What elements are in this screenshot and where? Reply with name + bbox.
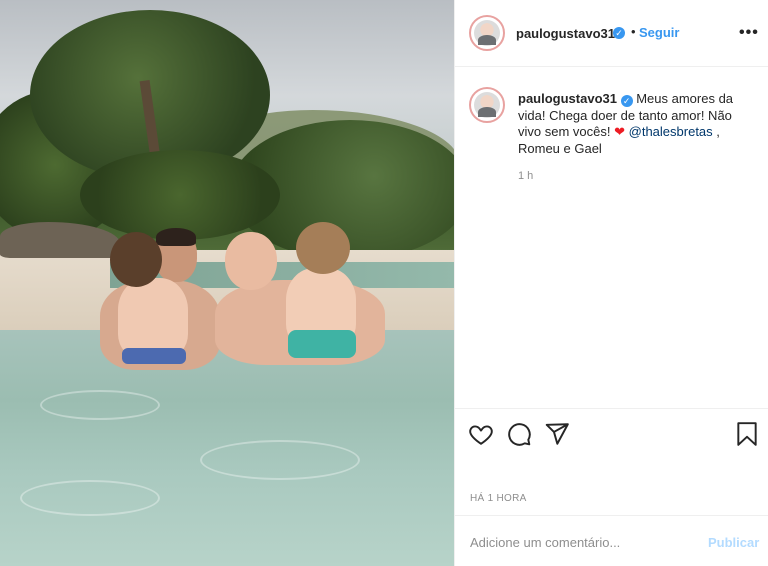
avatar-shoulders [478, 107, 496, 117]
avatar[interactable] [469, 87, 505, 123]
posted-time[interactable]: HÁ 1 HORA [470, 493, 527, 504]
photo-swim-shorts [288, 330, 356, 358]
heart-icon[interactable] [468, 421, 494, 447]
bookmark-icon[interactable] [734, 421, 760, 447]
post-header: paulogustavo31 ✓ • Seguir ••• [455, 0, 768, 67]
photo-person-hair [156, 228, 196, 246]
more-options-icon[interactable]: ••• [739, 24, 759, 42]
photo-ripple [20, 480, 160, 516]
comment-input[interactable] [470, 531, 690, 553]
photo-water [0, 330, 454, 566]
share-icon[interactable] [544, 421, 570, 447]
photo-person-head [225, 232, 277, 290]
photo-tree [80, 150, 280, 240]
photo-rock [0, 222, 120, 258]
separator-dot: • [631, 24, 636, 39]
publish-button[interactable]: Publicar [708, 535, 759, 550]
caption-username[interactable]: paulogustavo31 [518, 91, 617, 106]
photo-swim-shorts [122, 348, 186, 364]
photo-child-head [296, 222, 350, 274]
header-username[interactable]: paulogustavo31 [516, 26, 615, 41]
avatar-shoulders [478, 35, 496, 45]
comment-timestamp[interactable]: 1 h [518, 170, 533, 182]
post-photo[interactable] [0, 0, 454, 566]
photo-child-head [110, 232, 162, 287]
verified-icon: ✓ [613, 27, 625, 39]
comment-icon[interactable] [506, 421, 532, 447]
heart-emoji-icon: ❤ [614, 124, 626, 139]
follow-button[interactable]: Seguir [639, 25, 679, 40]
photo-child [118, 278, 188, 358]
caption-mention-link[interactable]: @thalesbretas [629, 124, 713, 139]
photo-ripple [40, 390, 160, 420]
caption-text: paulogustavo31 ✓ Meus amores da vida! Ch… [518, 91, 758, 157]
avatar[interactable] [469, 15, 505, 51]
verified-icon: ✓ [620, 95, 633, 107]
post-side-panel: paulogustavo31 ✓ • Seguir ••• paulogusta… [454, 0, 768, 566]
add-comment-bar: Publicar [455, 515, 768, 566]
action-bar [455, 408, 768, 456]
photo-ripple [200, 440, 360, 480]
